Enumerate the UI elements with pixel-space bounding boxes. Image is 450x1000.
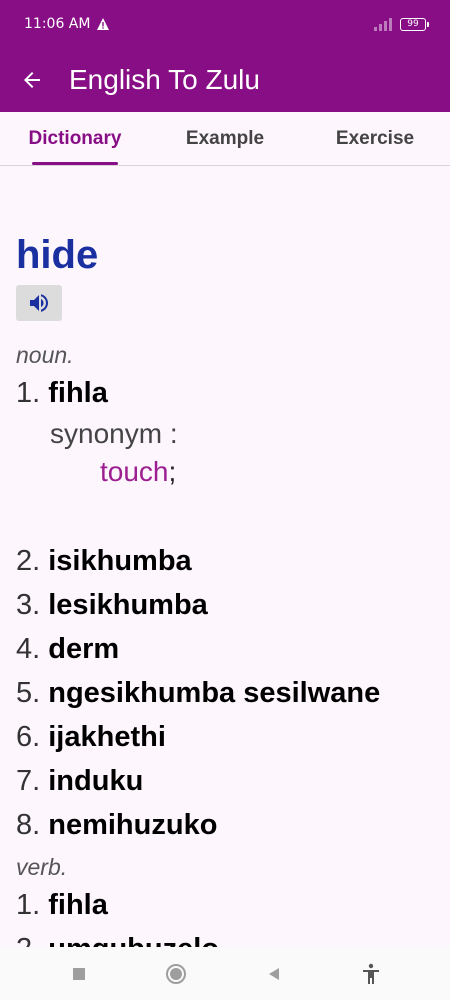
system-nav-bar [0,947,450,1000]
item-word: ngesikhumba sesilwane [48,677,381,709]
triangle-icon [268,967,279,980]
speaker-button[interactable] [16,285,62,321]
item-word: ijakhethi [48,721,166,753]
circle-icon [166,963,187,984]
item-word: isikhumba [48,545,192,577]
synonym-row: touch; [16,453,450,491]
status-right: 99 [374,17,429,31]
nav-recent-button[interactable] [59,954,99,994]
pos-noun: noun. [16,342,74,368]
list-item: 1. fihla [16,883,450,927]
item-number: 1. [16,377,41,409]
item-word: induku [48,765,144,797]
item-number: 8. [16,809,41,841]
tab-label: Dictionary [28,127,122,149]
headword: hide [16,233,99,277]
tab-dictionary[interactable]: Dictionary [0,112,150,165]
list-item: 7. induku [16,759,450,803]
square-icon [72,967,85,980]
item-word: derm [48,633,120,665]
nav-home-button[interactable] [156,954,196,994]
accessibility-icon [363,963,380,984]
tab-bar: Dictionary Example Exercise [0,112,450,166]
app-title: English To Zulu [69,64,260,95]
item-number: 7. [16,765,41,797]
speaker-icon [30,294,48,312]
list-item: 5. ngesikhumba sesilwane [16,671,450,715]
back-button[interactable] [0,48,64,112]
item-word: umgubuzelo [48,933,219,947]
status-left: 11:06 AM [24,16,110,32]
battery-icon: 99 [400,17,429,31]
synonym-link[interactable]: touch [100,456,169,487]
list-item: 8. nemihuzuko [16,803,450,847]
pos-verb: verb. [16,854,68,880]
tab-exercise[interactable]: Exercise [300,112,450,165]
dictionary-content[interactable]: hide noun. 1. fihla synonym : touch; 2. … [0,167,450,947]
item-number: 2. [16,933,40,947]
accessibility-button[interactable] [351,954,391,994]
arrow-left-icon [24,72,40,88]
app-bar: English To Zulu [0,48,450,112]
nav-back-button[interactable] [254,954,294,994]
item-number: 3. [16,589,41,621]
list-item: 3. lesikhumba [16,583,450,627]
list-item: 2. umgubuzelo [16,927,450,947]
item-number: 6. [16,721,41,753]
synonym-separator: ; [168,456,177,487]
tab-example[interactable]: Example [150,112,300,165]
item-word: lesikhumba [48,589,208,621]
signal-icon [374,17,392,31]
battery-level: 99 [407,19,419,29]
item-word: fihla [48,377,108,409]
status-bar: 11:06 AM 99 [0,0,450,48]
item-number: 5. [16,677,41,709]
item-number: 2. [16,545,41,577]
tab-label: Example [185,127,265,149]
item-number: 4. [16,633,41,665]
item-number: 1. [16,889,41,921]
item-word: fihla [48,889,108,921]
list-item: 6. ijakhethi [16,715,450,759]
list-item: 4. derm [16,627,450,671]
status-time: 11:06 AM [24,16,91,32]
item-word: nemihuzuko [48,809,218,841]
synonym-label: synonym : [50,418,178,449]
warning-icon [97,18,110,30]
tab-label: Exercise [335,127,415,149]
list-item: 1. fihla [16,371,450,415]
list-item: 2. isikhumba [16,539,450,583]
